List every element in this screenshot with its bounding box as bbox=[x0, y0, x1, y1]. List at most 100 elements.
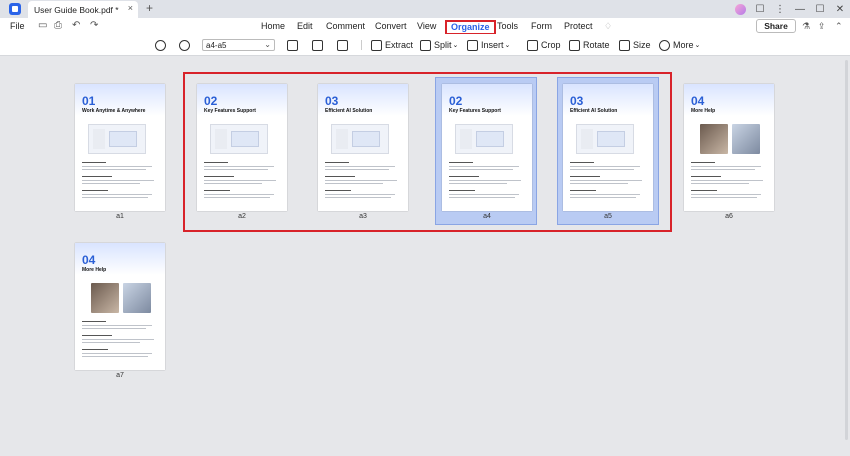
page-label: a7 bbox=[116, 372, 124, 379]
avatar[interactable] bbox=[735, 3, 746, 15]
text-line bbox=[691, 180, 763, 182]
page-thumbnail-a1[interactable]: 01 Work Anytime & Anywhere bbox=[75, 84, 165, 211]
page-label: a6 bbox=[725, 213, 733, 220]
page-section-number: 03 bbox=[570, 94, 584, 108]
crop-icon bbox=[527, 39, 538, 51]
text-line bbox=[570, 194, 640, 196]
text-line bbox=[82, 162, 106, 164]
photo-image bbox=[91, 283, 119, 313]
insert-before-icon[interactable] bbox=[287, 38, 301, 52]
new-tab-icon[interactable]: + bbox=[146, 1, 153, 15]
text-line bbox=[570, 162, 594, 164]
screenshot-image bbox=[331, 124, 389, 154]
tab-view[interactable]: View bbox=[417, 21, 436, 31]
text-line bbox=[325, 190, 351, 192]
vertical-scrollbar[interactable] bbox=[845, 60, 848, 440]
size-icon bbox=[619, 39, 630, 51]
tab-convert[interactable]: Convert bbox=[375, 21, 407, 31]
collapse-icon[interactable]: ⌃ bbox=[835, 21, 843, 32]
close-icon[interactable]: × bbox=[128, 3, 133, 13]
text-line bbox=[449, 169, 513, 171]
text-line bbox=[691, 197, 757, 199]
upload-icon[interactable]: ⇪ bbox=[818, 21, 826, 32]
text-line bbox=[325, 180, 397, 182]
tab-comment[interactable]: Comment bbox=[326, 21, 365, 31]
page-section-title: Efficient AI Solution bbox=[325, 108, 373, 114]
photo-image bbox=[123, 283, 151, 313]
size-button[interactable]: Size bbox=[619, 38, 651, 52]
text-line bbox=[82, 183, 140, 185]
page-section-title: Key Features Support bbox=[449, 108, 501, 114]
text-line bbox=[449, 166, 519, 168]
split-button[interactable]: Split ⌄ bbox=[420, 38, 458, 52]
text-line bbox=[82, 353, 152, 355]
zoom-in-icon[interactable] bbox=[179, 38, 193, 52]
text-line bbox=[82, 339, 154, 341]
document-tab[interactable]: User Guide Book.pdf * × bbox=[28, 1, 138, 18]
text-line bbox=[82, 335, 112, 337]
page-range-value: a4-a5 bbox=[206, 40, 227, 50]
page-label: a1 bbox=[116, 213, 124, 220]
text-line bbox=[82, 166, 152, 168]
tab-tools[interactable]: Tools bbox=[497, 21, 518, 31]
crop-button[interactable]: Crop bbox=[527, 38, 561, 52]
page-section-number: 04 bbox=[82, 253, 96, 267]
extract-button[interactable]: Extract bbox=[371, 38, 413, 52]
delete-icon[interactable] bbox=[337, 38, 351, 52]
text-line bbox=[570, 169, 634, 171]
tab-protect[interactable]: Protect bbox=[564, 21, 593, 31]
page-section-number: 01 bbox=[82, 94, 96, 108]
tab-home[interactable]: Home bbox=[261, 21, 285, 31]
rotate-icon bbox=[569, 39, 580, 51]
text-line bbox=[449, 162, 473, 164]
page-thumbnail-a6[interactable]: 04 More Help bbox=[684, 84, 774, 211]
app-logo-icon bbox=[9, 3, 21, 15]
text-line bbox=[325, 197, 391, 199]
insert-button[interactable]: Insert ⌄ bbox=[467, 38, 510, 52]
page-section-number: 03 bbox=[325, 94, 339, 108]
more-button[interactable]: More ⌄ bbox=[659, 38, 700, 52]
page-section-title: Efficient AI Solution bbox=[570, 108, 618, 114]
tab-organize[interactable]: Organize bbox=[445, 20, 496, 35]
page-range-select[interactable]: a4-a5 ⌄ bbox=[202, 39, 275, 51]
text-line bbox=[204, 169, 268, 171]
page-section-title: More Help bbox=[691, 108, 716, 114]
page-thumbnail-a5[interactable]: 03 Efficient AI Solution bbox=[563, 84, 653, 211]
kebab-menu-icon[interactable]: ⋮ bbox=[770, 4, 790, 15]
sitemap-icon[interactable]: ⚗ bbox=[802, 21, 810, 32]
page-thumbnail-a3[interactable]: 03 Efficient AI Solution bbox=[318, 84, 408, 211]
zoom-out-icon[interactable] bbox=[155, 38, 169, 52]
page-thumbnail-a7[interactable]: 04 More Help bbox=[75, 243, 165, 370]
text-line bbox=[691, 183, 749, 185]
text-line bbox=[82, 197, 148, 199]
page-label: a4 bbox=[483, 213, 491, 220]
text-line bbox=[449, 194, 519, 196]
message-icon[interactable]: ☐ bbox=[750, 4, 770, 15]
text-line bbox=[449, 183, 507, 185]
text-line bbox=[449, 197, 515, 199]
page-section-title: Key Features Support bbox=[204, 108, 256, 114]
screenshot-image bbox=[210, 124, 268, 154]
window-controls: ☐ ⋮ — ☐ ✕ bbox=[731, 0, 850, 18]
text-line bbox=[325, 194, 395, 196]
rotate-button[interactable]: Rotate bbox=[569, 38, 610, 52]
text-line bbox=[691, 162, 715, 164]
screenshot-image bbox=[576, 124, 634, 154]
page-thumbnail-a4[interactable]: 02 Key Features Support bbox=[442, 84, 532, 211]
minimize-icon[interactable]: — bbox=[790, 4, 810, 15]
text-line bbox=[570, 180, 642, 182]
text-line bbox=[691, 190, 717, 192]
photo-image bbox=[700, 124, 728, 154]
extract-icon bbox=[371, 39, 382, 51]
maximize-icon[interactable]: ☐ bbox=[810, 4, 830, 15]
insert-after-icon[interactable] bbox=[312, 38, 326, 52]
lightbulb-icon[interactable]: ♢ bbox=[604, 21, 612, 32]
tab-form[interactable]: Form bbox=[531, 21, 552, 31]
ribbon-tabs: Home Edit Comment Convert View Organize … bbox=[0, 18, 850, 35]
share-button[interactable]: Share bbox=[756, 19, 796, 33]
menu-bar: File ▭ ⎙ ↶ ↷ Home Edit Comment Convert V… bbox=[0, 18, 850, 35]
page-thumbnail-a2[interactable]: 02 Key Features Support bbox=[197, 84, 287, 211]
window-close-icon[interactable]: ✕ bbox=[830, 4, 850, 15]
text-line bbox=[691, 169, 755, 171]
tab-edit[interactable]: Edit bbox=[297, 21, 313, 31]
